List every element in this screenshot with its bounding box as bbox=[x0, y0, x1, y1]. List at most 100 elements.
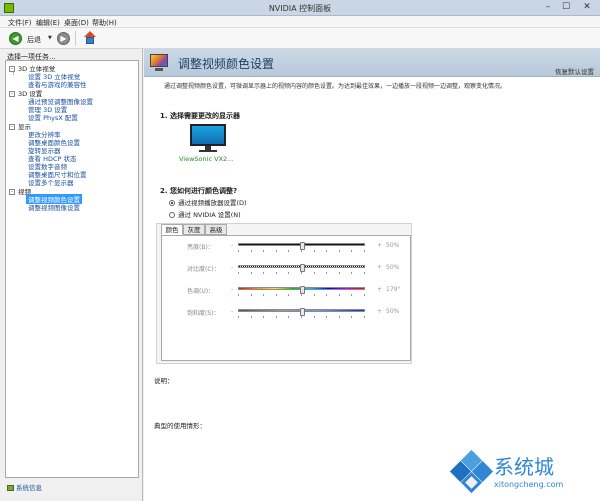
radio-nvidia[interactable]: 通过 NVIDIA 设置(N) bbox=[169, 209, 241, 219]
minus-sign: - bbox=[231, 264, 234, 271]
slider-tick bbox=[238, 294, 239, 296]
radio-dot[interactable] bbox=[169, 212, 175, 218]
menu-bar: 文件(F) 编辑(E) 桌面(D) 帮助(H) bbox=[0, 16, 600, 28]
watermark-url: xitongcheng.com bbox=[494, 480, 564, 489]
collapse-icon[interactable]: - bbox=[9, 66, 15, 72]
collapse-icon[interactable]: - bbox=[9, 91, 15, 97]
system-info-label: 系统信息 bbox=[16, 484, 42, 492]
slider-ticks bbox=[238, 272, 365, 274]
slider-track[interactable] bbox=[238, 242, 365, 250]
toolbar-separator bbox=[75, 31, 76, 46]
slider-tick bbox=[275, 272, 277, 274]
slider-tick bbox=[301, 272, 302, 274]
tab-panel-color: 亮度(B)： - + 50% 对比度(C)： - + 50% 色调(U)： - … bbox=[161, 235, 411, 361]
slider-tick bbox=[364, 250, 365, 252]
menu-help[interactable]: 帮助(H) bbox=[92, 18, 117, 28]
slider-brightness: 亮度(B)： - + 50% bbox=[162, 242, 412, 262]
plus-sign: + bbox=[377, 286, 383, 293]
slider-tick bbox=[288, 294, 290, 296]
slider-tick bbox=[263, 272, 265, 274]
tree-item-multi-display[interactable]: 设置多个显示器 bbox=[28, 177, 74, 187]
slider-tick bbox=[288, 316, 290, 318]
monitor-label[interactable]: ViewSonic VX2... bbox=[179, 155, 233, 163]
slider-tick bbox=[351, 272, 353, 274]
slider-tick bbox=[313, 294, 315, 296]
plus-sign: + bbox=[377, 242, 383, 249]
slider-ticks bbox=[238, 250, 365, 252]
slider-tick bbox=[326, 250, 328, 252]
back-button[interactable]: ◀ bbox=[9, 32, 22, 45]
page-title: 调整视频颜色设置 bbox=[178, 57, 275, 71]
slider-tick bbox=[338, 294, 340, 296]
slider-tick bbox=[351, 294, 353, 296]
forward-button[interactable]: ▶ bbox=[57, 32, 70, 45]
slider-thumb[interactable] bbox=[299, 242, 305, 250]
minus-sign: - bbox=[231, 242, 234, 249]
radio-dot[interactable] bbox=[169, 200, 175, 206]
slider-thumb[interactable] bbox=[299, 286, 305, 294]
section-select-display: 1. 选择需要更改的显示器 bbox=[160, 112, 240, 120]
close-button[interactable]: ✕ bbox=[576, 2, 598, 14]
slider-tick bbox=[250, 272, 252, 274]
plus-sign: + bbox=[377, 308, 383, 315]
slider-tick bbox=[338, 272, 340, 274]
slider-tick bbox=[250, 250, 252, 252]
slider-label: 色调(U)： bbox=[187, 288, 215, 295]
slider-tick bbox=[301, 294, 302, 296]
slider-ticks bbox=[238, 294, 365, 296]
minimize-button[interactable]: – bbox=[540, 2, 556, 14]
slider-tick bbox=[364, 272, 365, 274]
slider-tick bbox=[263, 250, 265, 252]
menu-desktop[interactable]: 桌面(D) bbox=[64, 18, 89, 28]
slider-ticks bbox=[238, 316, 365, 318]
section-color-method: 2. 您如何进行颜色调整? bbox=[160, 187, 238, 195]
system-info-link[interactable]: 系统信息 bbox=[7, 482, 42, 492]
monitor-icon[interactable] bbox=[188, 124, 228, 154]
slider-contrast: 对比度(C)： - + 50% bbox=[162, 264, 412, 284]
watermark-logo-icon bbox=[449, 449, 494, 494]
slider-tick bbox=[275, 316, 277, 318]
slider-tick bbox=[313, 272, 315, 274]
slider-track[interactable] bbox=[238, 286, 365, 294]
slider-thumb[interactable] bbox=[299, 308, 305, 316]
tab-advanced[interactable]: 高级 bbox=[205, 224, 227, 235]
slider-track[interactable] bbox=[238, 308, 365, 316]
collapse-icon[interactable]: - bbox=[9, 124, 15, 130]
slider-tick bbox=[288, 250, 290, 252]
home-icon[interactable] bbox=[83, 31, 97, 45]
slider-label: 对比度(C)： bbox=[187, 266, 220, 273]
slider-tick bbox=[326, 272, 328, 274]
slider-value: 50% bbox=[386, 264, 400, 271]
menu-file[interactable]: 文件(F) bbox=[8, 18, 32, 28]
slider-thumb[interactable] bbox=[299, 264, 305, 272]
tab-color[interactable]: 颜色 bbox=[161, 224, 183, 235]
page-description: 通过调整视频颜色设置，可微调显示器上的视频内容的颜色设置。为达到最佳效果，一边播… bbox=[164, 83, 507, 90]
usage-label: 典型的使用情形： bbox=[154, 422, 206, 430]
slider-value: 50% bbox=[386, 242, 400, 249]
tree-item-video-image[interactable]: 调整视频图像设置 bbox=[28, 202, 80, 212]
tree-item-physx[interactable]: 设置 PhysX 配置 bbox=[28, 112, 78, 122]
slider-tick bbox=[250, 316, 252, 318]
collapse-icon[interactable]: - bbox=[9, 189, 15, 195]
back-label[interactable]: 后退 bbox=[27, 35, 41, 45]
slider-tick bbox=[275, 250, 277, 252]
system-info-icon bbox=[7, 485, 14, 491]
slider-tick bbox=[326, 316, 328, 318]
banner-screen bbox=[150, 54, 168, 67]
slider-tick bbox=[301, 316, 302, 318]
slider-hue: 色调(U)： - + 179° bbox=[162, 286, 412, 306]
chevron-down-icon[interactable]: ▼ bbox=[48, 35, 52, 41]
task-tree: -3D 立体视觉 设置 3D 立体视觉 查看与游戏的兼容性 -3D 设置 通过预… bbox=[5, 60, 139, 478]
slider-track[interactable] bbox=[238, 264, 365, 272]
tab-grayscale[interactable]: 灰度 bbox=[183, 224, 205, 235]
slider-saturation: 饱和度(S)： - + 50% bbox=[162, 308, 412, 328]
slider-tick bbox=[238, 272, 239, 274]
slider-tick bbox=[364, 316, 365, 318]
menu-edit[interactable]: 编辑(E) bbox=[36, 18, 60, 28]
slider-tick bbox=[364, 294, 365, 296]
slider-tick bbox=[288, 272, 290, 274]
maximize-button[interactable]: ☐ bbox=[558, 2, 574, 14]
slider-tick bbox=[313, 316, 315, 318]
restore-defaults-link[interactable]: 恢复默认设置 bbox=[555, 66, 594, 76]
radio-video-player[interactable]: 通过视频播放器设置(D) bbox=[169, 197, 247, 207]
